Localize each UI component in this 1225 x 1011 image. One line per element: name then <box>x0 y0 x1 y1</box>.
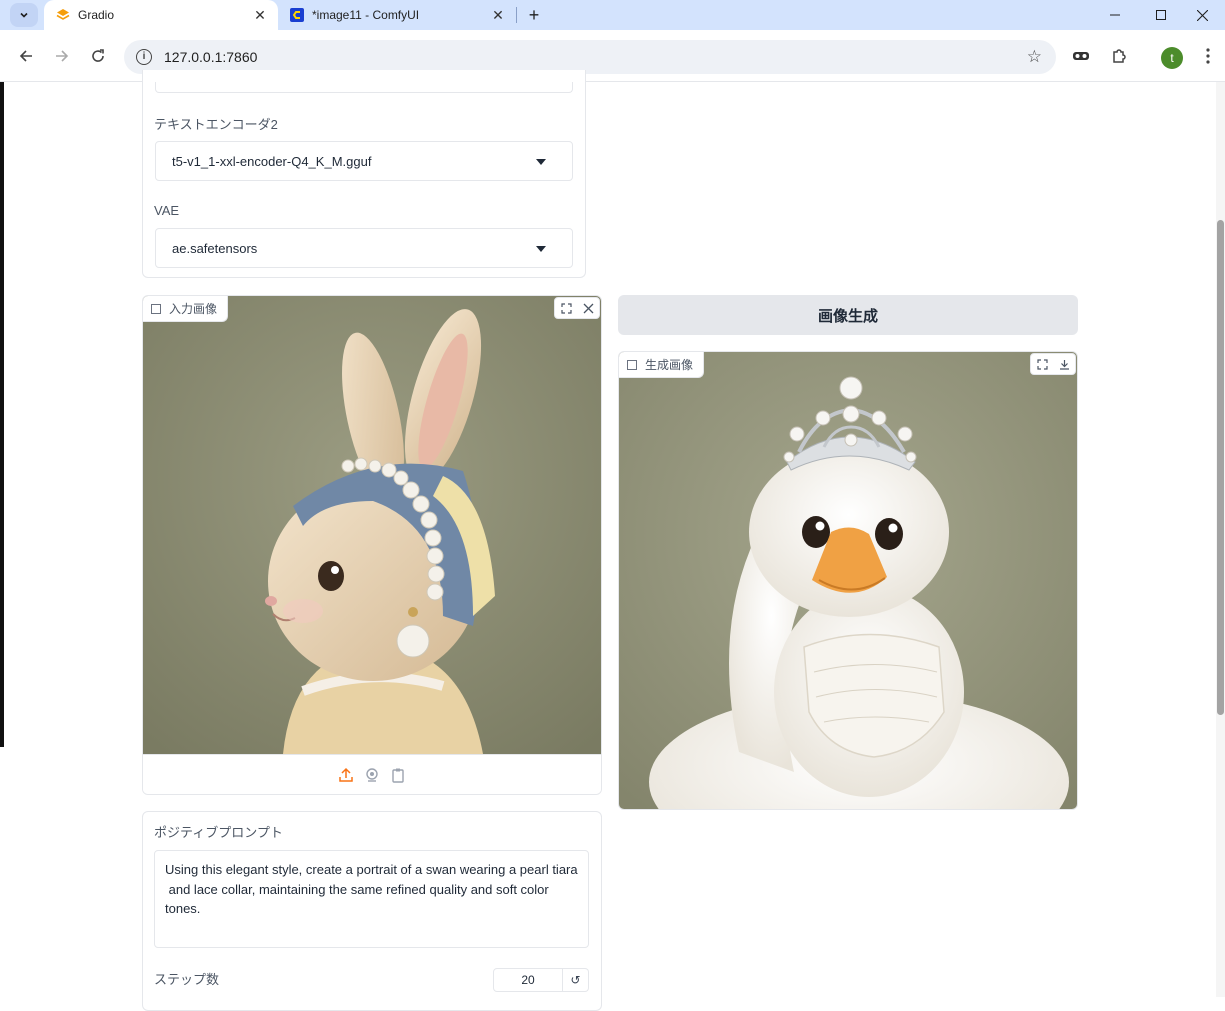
address-bar[interactable]: i 127.0.0.1:7860 ☆ <box>124 40 1056 74</box>
profile-avatar[interactable]: t <box>1161 47 1183 69</box>
fullscreen-icon[interactable] <box>555 298 577 318</box>
steps-label: ステップ数 <box>154 972 220 987</box>
minimize-button[interactable] <box>1092 0 1138 30</box>
tab-title: *image11 - ComfyUI <box>312 8 420 22</box>
scrollbar-thumb[interactable] <box>1217 220 1224 715</box>
tab-search-button[interactable] <box>10 3 38 27</box>
clipboard-icon[interactable] <box>390 767 406 783</box>
input-image-tools <box>554 297 600 319</box>
generate-image-button[interactable]: 画像生成 <box>618 295 1078 335</box>
previous-dropdown-edge[interactable] <box>155 82 573 93</box>
input-image-rabbit <box>143 296 601 754</box>
more-menu-icon[interactable] <box>1196 44 1220 68</box>
fullscreen-icon[interactable] <box>1031 354 1053 374</box>
caret-down-icon <box>536 246 546 252</box>
close-tab-icon[interactable]: ✕ <box>250 7 270 24</box>
site-info-icon[interactable]: i <box>136 49 152 65</box>
chevron-down-icon <box>20 12 28 18</box>
download-icon[interactable] <box>1053 354 1075 374</box>
url-text: 127.0.0.1:7860 <box>164 49 258 65</box>
positive-prompt-label: ポジティブプロンプト <box>154 825 283 840</box>
maximize-button[interactable] <box>1138 0 1184 30</box>
vae-value: ae.safetensors <box>172 240 258 256</box>
back-button[interactable] <box>14 44 38 68</box>
output-image-label: 生成画像 <box>619 352 705 378</box>
caret-down-icon <box>536 159 546 165</box>
new-tab-button[interactable]: + <box>524 3 544 27</box>
vae-label: VAE <box>154 203 180 218</box>
image-source-bar <box>143 754 601 794</box>
arrow-right-icon <box>56 50 69 62</box>
browser-tab-bar: Gradio ✕ *image11 - ComfyUI ✕ + <box>0 0 1225 30</box>
background-terminal-strip <box>0 82 4 747</box>
input-image-label: 入力画像 <box>143 296 229 322</box>
extensions-puzzle-icon[interactable] <box>1107 44 1131 68</box>
input-image-block: 入力画像 <box>142 295 602 795</box>
vae-dropdown[interactable]: ae.safetensors <box>155 228 573 268</box>
tab-gradio[interactable]: Gradio ✕ <box>44 0 278 30</box>
steps-number-input[interactable]: 20 <box>493 968 563 992</box>
close-icon <box>1196 9 1208 21</box>
image-icon <box>627 359 637 370</box>
positive-prompt-textarea[interactable]: Using this elegant style, create a portr… <box>154 850 589 948</box>
close-tab-icon[interactable]: ✕ <box>488 7 508 24</box>
maximize-icon <box>1156 10 1166 20</box>
webcam-icon[interactable] <box>364 767 380 783</box>
output-image-tools <box>1030 353 1076 375</box>
arrow-left-icon <box>19 50 32 62</box>
tab-title: Gradio <box>78 8 115 22</box>
extension-mask-icon[interactable] <box>1069 44 1093 68</box>
steps-reset-button[interactable]: ↺ <box>563 968 589 992</box>
text-encoder2-value: t5-v1_1-xxl-encoder-Q4_K_M.gguf <box>172 153 372 169</box>
window-close-button[interactable] <box>1179 0 1225 30</box>
clear-image-icon[interactable] <box>577 298 599 318</box>
gradio-icon <box>56 8 70 22</box>
tab-separator <box>516 7 517 23</box>
minimize-icon <box>1110 14 1120 16</box>
bookmark-star-icon[interactable]: ☆ <box>1027 47 1042 67</box>
output-image-swan <box>619 352 1077 809</box>
tab-comfyui[interactable]: *image11 - ComfyUI ✕ <box>282 0 516 30</box>
text-encoder2-label: テキストエンコーダ2 <box>154 117 278 132</box>
image-icon <box>151 303 161 314</box>
forward-button[interactable] <box>50 44 74 68</box>
reload-icon <box>92 49 104 62</box>
upload-icon[interactable] <box>338 767 354 783</box>
output-image-block: 生成画像 <box>618 351 1078 810</box>
reload-button[interactable] <box>86 44 110 68</box>
text-encoder2-dropdown[interactable]: t5-v1_1-xxl-encoder-Q4_K_M.gguf <box>155 141 573 181</box>
comfyui-icon <box>290 8 304 22</box>
